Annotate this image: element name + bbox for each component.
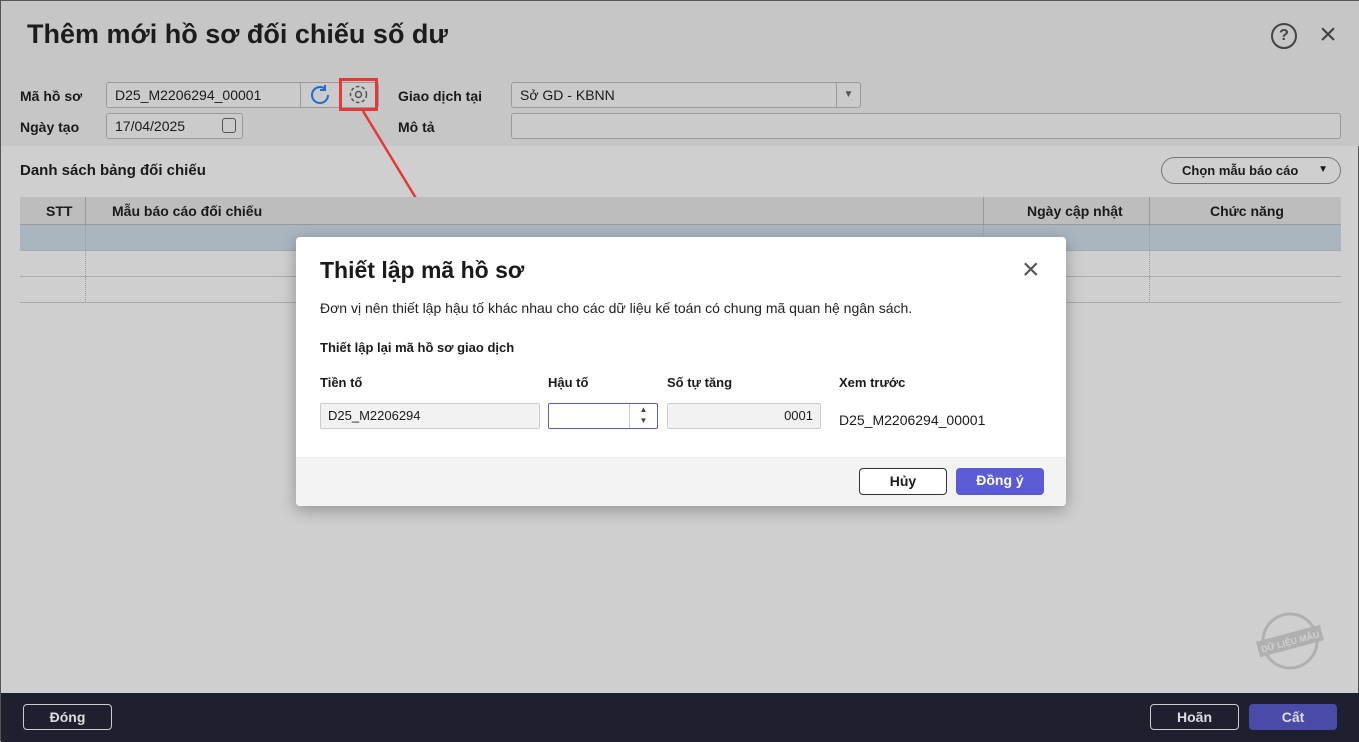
sample-data-watermark: DỮ LIỆU MẪU	[1255, 611, 1325, 671]
list-title: Danh sách bảng đối chiếu	[20, 162, 206, 179]
col-template[interactable]: Mẫu báo cáo đối chiếu	[112, 203, 262, 219]
prefix-label: Tiền tố	[320, 375, 363, 390]
setup-code-modal: Thiết lập mã hồ sơ × Đơn vị nên thiết lậ…	[296, 237, 1066, 506]
preview-label: Xem trước	[839, 375, 906, 390]
cancel-button[interactable]: Hủy	[859, 468, 947, 495]
preview-value: D25_M2206294_00001	[839, 412, 986, 428]
table-header: STT Mẫu báo cáo đối chiếu Ngày cập nhật …	[20, 197, 1341, 225]
close-button[interactable]: Đóng	[23, 704, 112, 730]
modal-title: Thiết lập mã hồ sơ	[320, 257, 525, 283]
undo-button[interactable]: Hoãn	[1150, 704, 1239, 730]
choose-template-button[interactable]: Chọn mẫu báo cáo ▼	[1161, 157, 1341, 184]
modal-subtitle: Thiết lập lại mã hồ sơ giao dịch	[320, 340, 515, 355]
col-updated[interactable]: Ngày cập nhật	[1027, 203, 1123, 219]
confirm-button[interactable]: Đồng ý	[956, 468, 1044, 495]
modal-close-icon[interactable]: ×	[1022, 253, 1040, 287]
modal-footer: Hủy Đồng ý	[296, 457, 1066, 506]
counter-label: Số tự tăng	[667, 375, 733, 390]
suffix-label: Hậu tố	[548, 375, 589, 390]
save-button[interactable]: Cất	[1249, 704, 1337, 730]
footer-bar: Đóng Hoãn Cất	[1, 693, 1359, 742]
dialog-window: Thêm mới hồ sơ đối chiếu số dư ? × Mã hồ…	[0, 0, 1359, 742]
choose-template-label: Chọn mẫu báo cáo	[1182, 163, 1299, 178]
counter-input[interactable]: 0001	[667, 403, 821, 429]
col-stt[interactable]: STT	[46, 203, 72, 219]
stepper-arrows-icon[interactable]: ▲ ▼	[629, 404, 657, 428]
suffix-stepper[interactable]: ▲ ▼	[548, 403, 658, 429]
chevron-down-icon: ▼	[1318, 164, 1328, 175]
modal-description: Đơn vị nên thiết lập hậu tố khác nhau ch…	[320, 300, 913, 316]
prefix-input[interactable]: D25_M2206294	[320, 403, 540, 429]
col-actions[interactable]: Chức năng	[1210, 203, 1284, 219]
